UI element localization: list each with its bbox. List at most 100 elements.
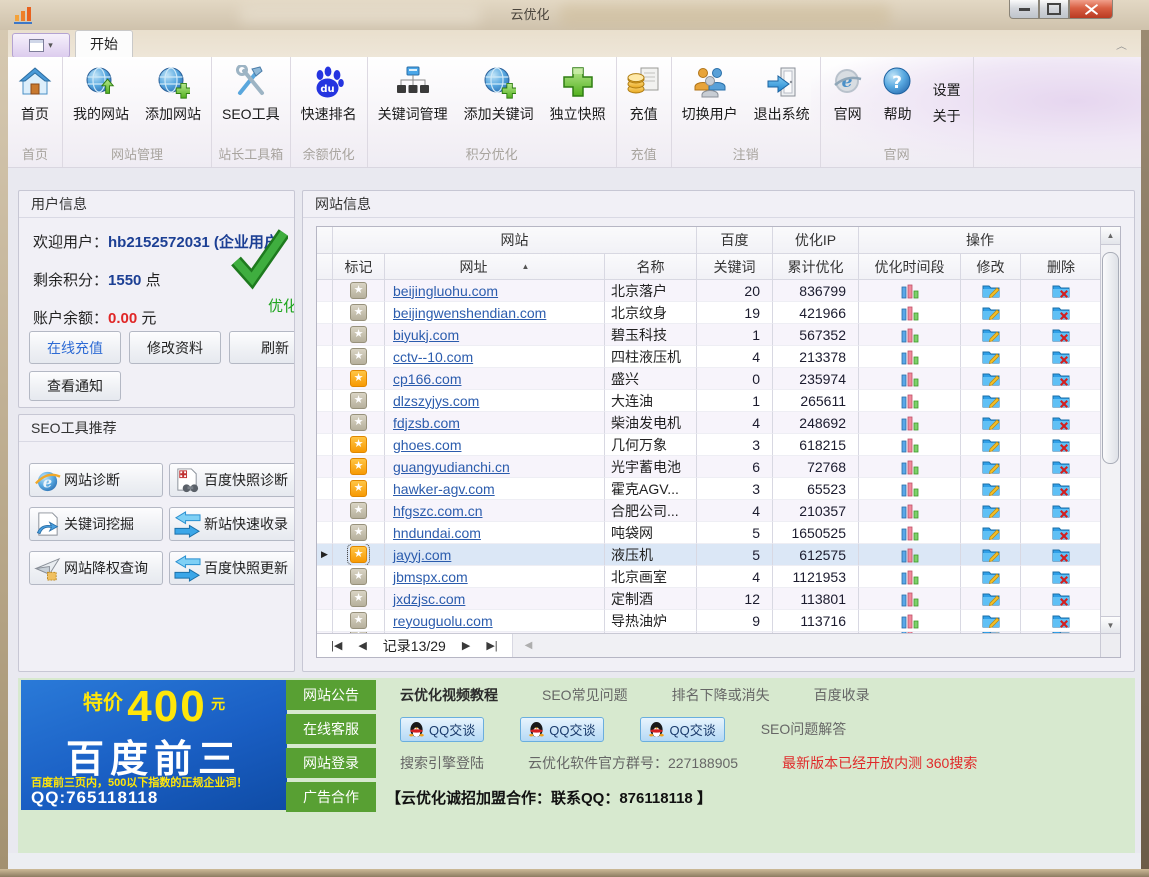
star-icon[interactable]: ★ — [350, 370, 367, 387]
delete-cell[interactable] — [1021, 456, 1101, 478]
edit-cell[interactable] — [961, 544, 1021, 566]
header-total[interactable]: 累计优化 — [773, 254, 859, 280]
star-icon[interactable]: ★ — [350, 524, 367, 541]
official-site-button[interactable]: e 官网 — [823, 61, 873, 145]
table-row[interactable]: ★ jxdzjsc.com 定制酒 12 113801 — [317, 588, 1101, 610]
scroll-down-icon[interactable]: ▼ — [1101, 616, 1120, 634]
vertical-scrollbar[interactable]: ▲ ▼ — [1100, 227, 1120, 634]
site-url-link[interactable]: cctv--10.com — [393, 349, 473, 365]
snapshot-diagnose-button[interactable]: 百度快照诊断 — [169, 463, 295, 497]
period-cell[interactable] — [859, 434, 961, 456]
edit-cell[interactable] — [961, 610, 1021, 632]
application-menu-button[interactable]: ▾ — [12, 33, 70, 58]
star-icon[interactable]: ★ — [350, 546, 367, 563]
table-row[interactable]: ★ cctv--10.com 四柱液压机 4 213378 — [317, 346, 1101, 368]
edit-cell[interactable] — [961, 280, 1021, 302]
site-url-link[interactable]: cp166.com — [393, 371, 461, 387]
delete-cell[interactable] — [1021, 522, 1101, 544]
header-name[interactable]: 名称 — [605, 254, 697, 280]
independent-snapshot-button[interactable]: 独立快照 — [542, 61, 614, 145]
edit-cell[interactable] — [961, 456, 1021, 478]
delete-cell[interactable] — [1021, 302, 1101, 324]
site-url-link[interactable]: jxdzjsc.com — [393, 591, 465, 607]
maximize-button[interactable] — [1039, 0, 1069, 19]
header-url[interactable]: 网址▲ — [385, 254, 605, 280]
close-button[interactable] — [1069, 0, 1113, 19]
minimize-button[interactable] — [1009, 0, 1039, 19]
delete-cell[interactable] — [1021, 434, 1101, 456]
exit-system-button[interactable]: 退出系统 — [746, 61, 818, 145]
period-cell[interactable] — [859, 456, 961, 478]
table-row[interactable]: ★ reyouguolu.com 导热油炉 9 113716 — [317, 610, 1101, 632]
delete-cell[interactable] — [1021, 368, 1101, 390]
edit-cell[interactable] — [961, 390, 1021, 412]
period-cell[interactable] — [859, 566, 961, 588]
edit-cell[interactable] — [961, 500, 1021, 522]
hscroll-left-icon[interactable]: ◀ — [525, 640, 533, 651]
edit-cell[interactable] — [961, 588, 1021, 610]
period-cell[interactable] — [859, 522, 961, 544]
settings-button[interactable]: 设置 — [933, 80, 961, 100]
edit-cell[interactable] — [961, 346, 1021, 368]
table-row[interactable]: ★ beijingwenshendian.com 北京纹身 19 421966 — [317, 302, 1101, 324]
link-seo-faq[interactable]: SEO常见问题 — [542, 685, 628, 705]
delete-cell[interactable] — [1021, 412, 1101, 434]
downgrade-check-button[interactable]: 网站降权查询 — [29, 551, 163, 585]
table-row[interactable]: ★ fdjzsb.com 柴油发电机 4 248692 — [317, 412, 1101, 434]
star-icon[interactable]: ★ — [350, 590, 367, 607]
add-keyword-button[interactable]: 添加关键词 — [456, 61, 542, 145]
link-search-engine-login[interactable]: 搜索引擎登陆 — [400, 753, 484, 773]
header-edit[interactable]: 修改 — [961, 254, 1021, 280]
link-ranking-drop[interactable]: 排名下降或消失 — [672, 685, 770, 705]
fast-index-button[interactable]: 新站快速收录 — [169, 507, 295, 541]
keyword-mining-button[interactable]: 关键词挖掘 — [29, 507, 163, 541]
star-icon[interactable]: ★ — [350, 282, 367, 299]
edit-cell[interactable] — [961, 522, 1021, 544]
star-icon[interactable]: ★ — [350, 414, 367, 431]
pager-next-button[interactable]: ▶ — [462, 639, 470, 652]
site-url-link[interactable]: hndundai.com — [393, 525, 481, 541]
qq-chat-button[interactable]: QQ交谈 — [400, 717, 484, 742]
table-row[interactable]: ★ biyukj.com 碧玉科技 1 567352 — [317, 324, 1101, 346]
delete-cell[interactable] — [1021, 588, 1101, 610]
site-diagnose-button[interactable]: e 网站诊断 — [29, 463, 163, 497]
snapshot-update-button[interactable]: 百度快照更新 — [169, 551, 295, 585]
edit-cell[interactable] — [961, 566, 1021, 588]
site-url-link[interactable]: reyouguolu.com — [393, 613, 493, 629]
table-row[interactable]: ★ hfgszc.com.cn 合肥公司... 4 210357 — [317, 500, 1101, 522]
site-url-link[interactable]: hawker-agv.com — [393, 481, 495, 497]
delete-cell[interactable] — [1021, 610, 1101, 632]
star-icon[interactable]: ★ — [350, 436, 367, 453]
delete-cell[interactable] — [1021, 346, 1101, 368]
period-cell[interactable] — [859, 324, 961, 346]
site-url-link[interactable]: fdjzsb.com — [393, 415, 460, 431]
view-notice-button[interactable]: 查看通知 — [29, 371, 121, 401]
table-row[interactable]: ★ jbmspx.com 北京画室 4 1121953 — [317, 566, 1101, 588]
ad-banner[interactable]: 特价 400 元 百度前三 百度前三页内，500以下指数的正规企业词！ QQ:7… — [21, 680, 287, 810]
scrollbar-thumb[interactable] — [1102, 252, 1119, 464]
table-row[interactable]: ▶ ★ jayyj.com 液压机 5 612575 — [317, 544, 1101, 566]
switch-user-button[interactable]: 切换用户 — [674, 61, 746, 145]
period-cell[interactable] — [859, 610, 961, 632]
period-cell[interactable] — [859, 412, 961, 434]
period-cell[interactable] — [859, 346, 961, 368]
period-cell[interactable] — [859, 500, 961, 522]
pager-last-button[interactable]: ▶| — [486, 639, 497, 652]
site-url-link[interactable]: beijingluohu.com — [393, 283, 498, 299]
period-cell[interactable] — [859, 588, 961, 610]
edit-cell[interactable] — [961, 324, 1021, 346]
star-icon[interactable]: ★ — [350, 458, 367, 475]
delete-cell[interactable] — [1021, 500, 1101, 522]
site-url-link[interactable]: ghoes.com — [393, 437, 461, 453]
site-url-link[interactable]: jayyj.com — [393, 547, 451, 563]
pager-first-button[interactable]: |◀ — [331, 639, 342, 652]
period-cell[interactable] — [859, 390, 961, 412]
online-recharge-button[interactable]: 在线充值 — [29, 331, 121, 364]
keyword-management-button[interactable]: 关键词管理 — [370, 61, 456, 145]
site-url-link[interactable]: hfgszc.com.cn — [393, 503, 482, 519]
delete-cell[interactable] — [1021, 544, 1101, 566]
table-row[interactable]: ★ hawker-agv.com 霍克AGV... 3 65523 — [317, 478, 1101, 500]
star-icon[interactable]: ★ — [350, 326, 367, 343]
header-keywords[interactable]: 关键词 — [697, 254, 773, 280]
add-site-button[interactable]: 添加网站 — [137, 61, 209, 145]
